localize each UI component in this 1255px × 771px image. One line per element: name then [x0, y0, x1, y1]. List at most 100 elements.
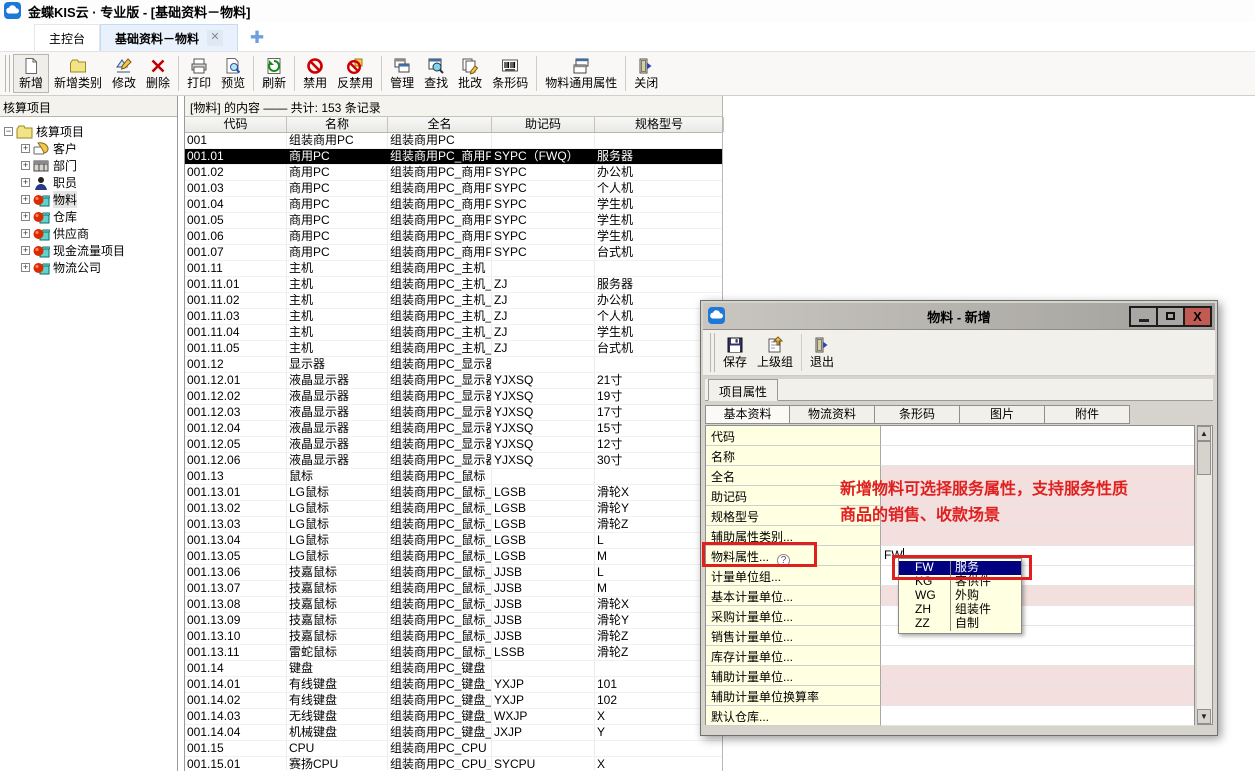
dialog-minimize-button[interactable] [1129, 306, 1158, 327]
sidebar-item-material[interactable]: + 物料 [4, 191, 177, 208]
sidebar-item-department[interactable]: +部门 [4, 157, 177, 174]
add-tab-button[interactable]: ✚ [244, 25, 270, 51]
tree-item-label[interactable]: 核算项目 [36, 123, 84, 140]
table-row[interactable]: 001.13.04LG鼠标组装商用PC_鼠标_LG鼠标LGSBL [185, 533, 722, 549]
tree-expander-icon[interactable]: + [21, 144, 30, 153]
column-header-name[interactable]: 名称 [287, 117, 388, 132]
column-header-spec[interactable]: 规格型号 [595, 117, 724, 132]
new-category-button[interactable]: 新增类别 [49, 54, 107, 93]
field-value-input[interactable] [881, 446, 1194, 466]
field-value-input[interactable] [881, 686, 1194, 706]
scrollbar-thumb[interactable] [1197, 441, 1211, 475]
dialog-titlebar[interactable]: 物料 - 新增 X [703, 303, 1215, 330]
table-row[interactable]: 001.15.01赛扬CPU组装商用PC_CPU_赛扬CPUSYCPUX [185, 757, 722, 770]
field-label[interactable]: 计量单位组... [706, 566, 881, 586]
table-row[interactable]: 001.13.10技嘉鼠标组装商用PC_鼠标_技嘉鼠标JJSB滑轮Z [185, 629, 722, 645]
sidebar-item-supplier[interactable]: + 供应商 [4, 225, 177, 242]
modify-button[interactable]: 修改 [107, 54, 141, 93]
table-row[interactable]: 001.11.01主机组装商用PC_主机_主机ZJ服务器 [185, 277, 722, 293]
toolbar-grip[interactable] [5, 55, 10, 92]
subtab-1[interactable]: 物流资料 [790, 405, 875, 424]
table-row[interactable]: 001.12.06液晶显示器组装商用PC_显示器_液晶显示器YJXSQ30寸 [185, 453, 722, 469]
table-row[interactable]: 001.04商用PC组装商用PC_商用PCSYPC学生机 [185, 197, 722, 213]
dialog-scrollbar[interactable]: ▲ ▼ [1197, 425, 1213, 725]
table-row[interactable]: 001.12.03液晶显示器组装商用PC_显示器_液晶显示器YJXSQ17寸 [185, 405, 722, 421]
table-row[interactable]: 001.03商用PC组装商用PC_商用PCSYPC个人机 [185, 181, 722, 197]
parent-group-button[interactable]: 上级组 [752, 332, 798, 373]
save-button[interactable]: 保存 [718, 332, 752, 373]
sidebar-item-root[interactable]: −核算项目 [4, 123, 177, 140]
column-header-mnemonic[interactable]: 助记码 [492, 117, 595, 132]
table-row[interactable]: 001.14.04机械键盘组装商用PC_键盘_机械键盘JXJPY [185, 725, 722, 741]
subtab-0[interactable]: 基本资料 [705, 405, 790, 424]
disable-button[interactable]: 禁用 [298, 54, 332, 93]
subtab-2[interactable]: 条形码 [875, 405, 960, 424]
field-label[interactable]: 默认仓库... [706, 706, 881, 726]
table-row[interactable]: 001.13.08技嘉鼠标组装商用PC_鼠标_技嘉鼠标JJSB滑轮X [185, 597, 722, 613]
sidebar-item-logistics-company[interactable]: +物流公司 [4, 259, 177, 276]
new-button[interactable]: 新增 [13, 54, 49, 93]
table-row[interactable]: 001.14.02有线键盘组装商用PC_键盘_有线键盘YXJP102 [185, 693, 722, 709]
dialog-close-button[interactable]: X [1183, 306, 1212, 327]
dropdown-option-wg[interactable]: WG外购 [899, 589, 1021, 603]
table-row[interactable]: 001.11.02主机组装商用PC_主机_主机ZJ办公机 [185, 293, 722, 309]
close-button[interactable]: 关闭 [629, 54, 663, 93]
batch-edit-button[interactable]: 批改 [453, 54, 487, 93]
undisable-button[interactable]: 反禁用 [332, 54, 378, 93]
field-label[interactable]: 库存计量单位... [706, 646, 881, 666]
table-row[interactable]: 001.01商用PC组装商用PC_商用PCSYPC（FWQ）服务器 [185, 149, 722, 165]
tab-close-icon[interactable]: ✕ [207, 30, 223, 46]
tree-expander-icon[interactable]: + [21, 195, 30, 204]
field-value-input[interactable] [881, 646, 1194, 666]
field-label[interactable]: 基本计量单位... [706, 586, 881, 606]
tree-item-label[interactable]: 物流公司 [53, 259, 101, 276]
tree-expander-icon[interactable]: + [21, 212, 30, 221]
preview-button[interactable]: 预览 [216, 54, 250, 93]
tab-item-properties[interactable]: 项目属性 [708, 379, 778, 401]
delete-button[interactable]: 删除 [141, 54, 175, 93]
table-row[interactable]: 001.12显示器组装商用PC_显示器 [185, 357, 722, 373]
table-row[interactable]: 001.11.05主机组装商用PC_主机_主机ZJ台式机 [185, 341, 722, 357]
tab-main-console[interactable]: 主控台 [34, 24, 100, 51]
tree-item-label[interactable]: 职员 [53, 174, 77, 191]
field-label[interactable]: 辅助计量单位换算率 [706, 686, 881, 706]
tree-item-label[interactable]: 物料 [53, 191, 77, 208]
table-row[interactable]: 001.13.06技嘉鼠标组装商用PC_鼠标_技嘉鼠标JJSBL [185, 565, 722, 581]
tree-item-label[interactable]: 部门 [53, 157, 77, 174]
print-button[interactable]: 打印 [182, 54, 216, 93]
table-row[interactable]: 001.13.09技嘉鼠标组装商用PC_鼠标_技嘉鼠标JJSB滑轮Y [185, 613, 722, 629]
up-arrow-icon[interactable]: ▲ [1197, 426, 1211, 441]
field-label[interactable]: 辅助计量单位... [706, 666, 881, 686]
sidebar-item-customer[interactable]: +客户 [4, 140, 177, 157]
table-row[interactable]: 001.13.07技嘉鼠标组装商用PC_鼠标_技嘉鼠标JJSBM [185, 581, 722, 597]
column-header-fullname[interactable]: 全名 [388, 117, 492, 132]
table-row[interactable]: 001.13鼠标组装商用PC_鼠标 [185, 469, 722, 485]
field-value-input[interactable] [881, 526, 1194, 546]
tree-expander-icon[interactable]: + [21, 178, 30, 187]
table-row[interactable]: 001.02商用PC组装商用PC_商用PCSYPC办公机 [185, 165, 722, 181]
table-row[interactable]: 001.13.03LG鼠标组装商用PC_鼠标_LG鼠标LGSB滑轮Z [185, 517, 722, 533]
tree-expander-icon[interactable]: + [21, 246, 30, 255]
field-label[interactable]: 销售计量单位... [706, 626, 881, 646]
tree-item-label[interactable]: 供应商 [53, 225, 89, 242]
table-row[interactable]: 001.11主机组装商用PC_主机 [185, 261, 722, 277]
table-row[interactable]: 001.13.05LG鼠标组装商用PC_鼠标_LG鼠标LGSBM [185, 549, 722, 565]
material-common-props-button[interactable]: 物料通用属性 [540, 54, 622, 93]
sidebar-item-employee[interactable]: + 职员 [4, 174, 177, 191]
table-row[interactable]: 001.14.01有线键盘组装商用PC_键盘_有线键盘YXJP101 [185, 677, 722, 693]
table-row[interactable]: 001.12.05液晶显示器组装商用PC_显示器_液晶显示器YJXSQ12寸 [185, 437, 722, 453]
tree-expander-icon[interactable]: + [21, 229, 30, 238]
table-row[interactable]: 001.06商用PC组装商用PC_商用PCSYPC学生机 [185, 229, 722, 245]
tree-item-label[interactable]: 仓库 [53, 208, 77, 225]
table-row[interactable]: 001.15CPU组装商用PC_CPU [185, 741, 722, 757]
table-row[interactable]: 001.07商用PC组装商用PC_商用PCSYPC台式机 [185, 245, 722, 261]
table-row[interactable]: 001.13.02LG鼠标组装商用PC_鼠标_LG鼠标LGSB滑轮Y [185, 501, 722, 517]
exit-button[interactable]: 退出 [805, 332, 839, 373]
field-value-input[interactable] [881, 426, 1194, 446]
table-row[interactable]: 001.14键盘组装商用PC_键盘 [185, 661, 722, 677]
find-button[interactable]: 查找 [419, 54, 453, 93]
field-label[interactable]: 代码 [706, 426, 881, 446]
table-row[interactable]: 001.13.01LG鼠标组装商用PC_鼠标_LG鼠标LGSB滑轮X [185, 485, 722, 501]
field-value-input[interactable] [881, 666, 1194, 686]
toolbar-grip[interactable] [710, 333, 715, 372]
